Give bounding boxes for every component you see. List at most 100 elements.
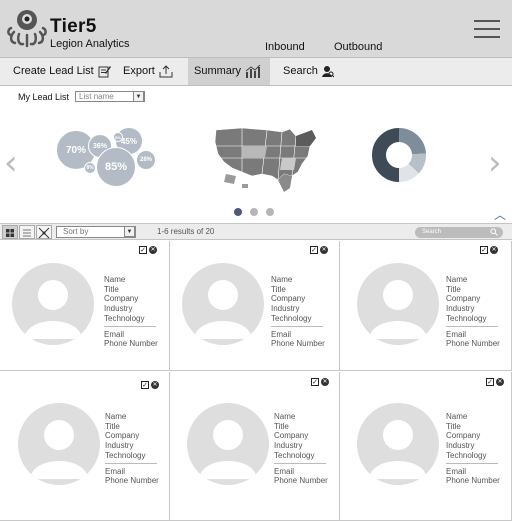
remove-icon[interactable]: ✕ bbox=[151, 381, 159, 389]
toolbar: Create Lead List Export Summary Search bbox=[0, 58, 512, 86]
search-input[interactable]: Search bbox=[415, 227, 503, 238]
upload-icon bbox=[159, 65, 173, 78]
summary-tab[interactable]: Summary bbox=[188, 58, 270, 85]
create-lead-list-button[interactable]: Create Lead List bbox=[7, 58, 118, 85]
chevron-down-icon[interactable]: ▼ bbox=[133, 91, 145, 102]
search-tab[interactable]: Search bbox=[277, 58, 340, 85]
lead-card[interactable]: ✓ ✕ Name Title Company Industry Technolog… bbox=[170, 241, 340, 371]
contact-info: Name Title Company Industry Technology E… bbox=[104, 275, 158, 349]
search-icon bbox=[490, 228, 498, 236]
contact-info: Name Title Company Industry Technology E… bbox=[446, 275, 500, 349]
avatar-placeholder-icon bbox=[12, 263, 94, 345]
field-industry: Industry bbox=[446, 441, 475, 451]
lead-list-label: My Lead List bbox=[18, 91, 70, 102]
lead-list-select[interactable]: List name ▼ bbox=[75, 91, 146, 102]
select-checkbox[interactable]: ✓ bbox=[311, 378, 319, 386]
us-map-icon bbox=[214, 127, 317, 192]
bubble-8b: 8% bbox=[113, 132, 123, 142]
grid-view-icon[interactable] bbox=[2, 225, 18, 239]
collapse-chevron-up-icon[interactable]: ︿ bbox=[494, 206, 506, 223]
remove-icon[interactable]: ✕ bbox=[496, 378, 504, 386]
summary-label: Summary bbox=[194, 65, 242, 77]
select-checkbox[interactable]: ✓ bbox=[480, 246, 488, 254]
field-name: Name bbox=[446, 412, 468, 421]
lead-list-row: My Lead List List name ▼ bbox=[18, 91, 146, 102]
field-phone: Phone Number bbox=[104, 339, 158, 349]
field-email: Email bbox=[105, 466, 126, 476]
results-count: 1-6 results of 20 bbox=[157, 227, 215, 236]
nav-inbound[interactable]: Inbound bbox=[265, 41, 305, 53]
carousel-next-icon[interactable]: › bbox=[488, 146, 502, 180]
field-industry: Industry bbox=[274, 441, 303, 451]
field-technology: Technology bbox=[446, 313, 487, 323]
brand-name: Tier5 bbox=[50, 16, 97, 37]
field-phone: Phone Number bbox=[105, 476, 159, 486]
field-company: Company bbox=[104, 294, 139, 304]
field-name: Name bbox=[105, 412, 127, 421]
bubble-85: 85% bbox=[96, 147, 136, 187]
select-checkbox[interactable]: ✓ bbox=[486, 378, 494, 386]
lead-card[interactable]: ✓ ✕ Name Title Company Industry Technolog… bbox=[340, 372, 512, 521]
brand-subtitle: Legion Analytics bbox=[50, 38, 130, 50]
octopus-logo-icon bbox=[7, 10, 47, 48]
remove-icon[interactable]: ✕ bbox=[490, 246, 498, 254]
field-name: Name bbox=[274, 412, 296, 421]
field-title: Title bbox=[105, 421, 120, 431]
field-phone: Phone Number bbox=[274, 476, 328, 486]
hamburger-menu-icon[interactable] bbox=[474, 20, 500, 40]
lead-card[interactable]: ✓ ✕ Name Title Company Industry Technolog… bbox=[0, 372, 170, 521]
app-header: Tier5 Legion Analytics Inbound Outbound bbox=[0, 0, 512, 58]
sort-placeholder: Sort by bbox=[63, 227, 89, 236]
field-technology: Technology bbox=[274, 450, 315, 460]
field-technology: Technology bbox=[105, 450, 146, 460]
field-name: Name bbox=[446, 275, 468, 284]
carousel-dot-1[interactable] bbox=[234, 208, 242, 216]
lead-card[interactable]: ✓ ✕ Name Title Company Industry Technolog… bbox=[0, 241, 170, 371]
field-email: Email bbox=[446, 329, 467, 339]
create-lead-list-label: Create Lead List bbox=[13, 65, 94, 77]
list-view-icon[interactable] bbox=[19, 225, 35, 239]
remove-icon[interactable]: ✕ bbox=[321, 378, 329, 386]
donut-chart bbox=[372, 128, 426, 182]
field-technology: Technology bbox=[271, 313, 312, 323]
carousel-dot-2[interactable] bbox=[250, 208, 258, 216]
field-email: Email bbox=[446, 466, 467, 476]
carousel-prev-icon[interactable]: ‹ bbox=[4, 146, 18, 180]
export-button[interactable]: Export bbox=[117, 58, 179, 85]
remove-icon[interactable]: ✕ bbox=[149, 246, 157, 254]
network-view-icon[interactable] bbox=[36, 225, 52, 239]
avatar-placeholder-icon bbox=[18, 403, 100, 485]
export-label: Export bbox=[123, 65, 155, 77]
chevron-down-icon[interactable]: ▼ bbox=[124, 226, 135, 237]
lead-list-placeholder: List name bbox=[79, 92, 114, 101]
select-checkbox[interactable]: ✓ bbox=[139, 246, 147, 254]
field-title: Title bbox=[446, 421, 461, 431]
select-checkbox[interactable]: ✓ bbox=[141, 381, 149, 389]
field-email: Email bbox=[274, 466, 295, 476]
lead-card[interactable]: ✓ ✕ Name Title Company Industry Technolog… bbox=[340, 241, 512, 371]
field-company: Company bbox=[446, 294, 481, 304]
carousel-dot-3[interactable] bbox=[266, 208, 274, 216]
field-title: Title bbox=[446, 284, 461, 294]
contact-info: Name Title Company Industry Technology E… bbox=[446, 412, 500, 486]
field-company: Company bbox=[271, 294, 306, 304]
bubble-28: 28% bbox=[136, 150, 156, 170]
contact-info: Name Title Company Industry Technology E… bbox=[274, 412, 328, 486]
remove-icon[interactable]: ✕ bbox=[320, 246, 328, 254]
edit-list-icon bbox=[98, 66, 111, 78]
avatar-placeholder-icon bbox=[182, 263, 264, 345]
field-email: Email bbox=[271, 329, 292, 339]
contact-info: Name Title Company Industry Technology E… bbox=[271, 275, 325, 349]
field-industry: Industry bbox=[105, 441, 134, 451]
field-title: Title bbox=[271, 284, 286, 294]
field-name: Name bbox=[104, 275, 126, 284]
avatar-placeholder-icon bbox=[357, 403, 439, 485]
field-name: Name bbox=[271, 275, 293, 284]
lead-card[interactable]: ✓ ✕ Name Title Company Industry Technolog… bbox=[170, 372, 340, 521]
avatar-placeholder-icon bbox=[187, 403, 269, 485]
sort-select[interactable]: Sort by ▼ bbox=[56, 226, 136, 238]
nav-outbound[interactable]: Outbound bbox=[334, 41, 382, 53]
field-phone: Phone Number bbox=[446, 476, 500, 486]
contact-info: Name Title Company Industry Technology E… bbox=[105, 412, 159, 486]
select-checkbox[interactable]: ✓ bbox=[310, 246, 318, 254]
